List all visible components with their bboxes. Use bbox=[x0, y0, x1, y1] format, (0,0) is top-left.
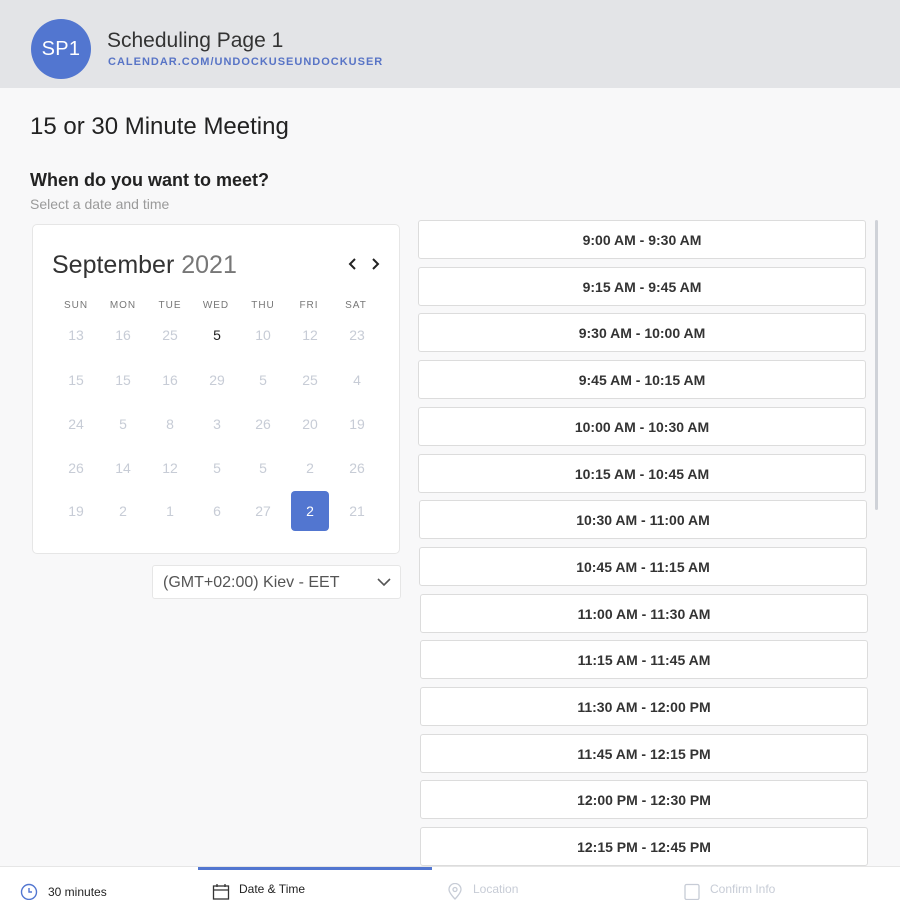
prev-month-button[interactable] bbox=[345, 255, 361, 273]
calendar-day: 2 bbox=[119, 503, 127, 519]
calendar-day: 26 bbox=[255, 416, 271, 432]
scheduling-page-url[interactable]: CALENDAR.COM/UNDOCKUSEUNDOCKUSER bbox=[108, 56, 383, 68]
document-icon bbox=[683, 883, 701, 900]
calendar-month-year: September 2021 bbox=[52, 251, 237, 280]
calendar-day-selected[interactable]: 2 bbox=[291, 491, 329, 531]
calendar-day: 4 bbox=[353, 372, 361, 388]
timezone-value: (GMT+02:00) Kiev - EET bbox=[163, 574, 340, 591]
time-slot-list[interactable]: 9:00 AM - 9:30 AM 9:15 AM - 9:45 AM 9:30 A… bbox=[418, 220, 870, 866]
calendar-day: 29 bbox=[209, 372, 225, 388]
calendar-day: 26 bbox=[349, 460, 365, 476]
chevron-left-icon bbox=[348, 258, 356, 270]
time-slot-button[interactable]: 10:00 AM - 10:30 AM bbox=[418, 407, 866, 446]
weekday-label: FRI bbox=[299, 300, 319, 311]
weekday-label: THU bbox=[251, 300, 275, 311]
weekday-label: SAT bbox=[345, 300, 367, 311]
avatar: SP1 bbox=[31, 19, 91, 79]
time-slot-button[interactable]: 10:30 AM - 11:00 AM bbox=[419, 500, 867, 539]
timezone-select[interactable]: (GMT+02:00) Kiev - EET bbox=[152, 565, 401, 599]
step-label: Location bbox=[473, 882, 519, 896]
location-pin-icon bbox=[446, 882, 464, 900]
calendar-day: 13 bbox=[68, 327, 84, 343]
time-slot-button[interactable]: 10:45 AM - 11:15 AM bbox=[419, 547, 867, 586]
calendar-day: 10 bbox=[255, 327, 271, 343]
calendar-day: 6 bbox=[213, 503, 221, 519]
time-slot-button[interactable]: 12:15 PM - 12:45 PM bbox=[420, 827, 868, 866]
time-slot-button[interactable]: 11:45 AM - 12:15 PM bbox=[420, 734, 868, 773]
calendar-day: 8 bbox=[166, 416, 174, 432]
time-slot-button[interactable]: 9:15 AM - 9:45 AM bbox=[418, 267, 866, 306]
time-slot-button[interactable]: 9:30 AM - 10:00 AM bbox=[418, 313, 866, 352]
calendar-day: 5 bbox=[213, 460, 221, 476]
booking-steps: 30 minutes Date & Time Location Confirm Inf… bbox=[0, 866, 900, 900]
chevron-right-icon bbox=[372, 258, 380, 270]
time-slot-button[interactable]: 11:15 AM - 11:45 AM bbox=[420, 640, 868, 679]
calendar-day: 14 bbox=[115, 460, 131, 476]
calendar-day: 19 bbox=[349, 416, 365, 432]
calendar-day: 26 bbox=[68, 460, 84, 476]
calendar-day: 19 bbox=[68, 503, 84, 519]
calendar-day: 16 bbox=[162, 372, 178, 388]
calendar-day: 15 bbox=[68, 372, 84, 388]
calendar-day: 16 bbox=[115, 327, 131, 343]
calendar-day: 23 bbox=[349, 327, 365, 343]
weekday-label: TUE bbox=[158, 300, 182, 311]
calendar-day: 12 bbox=[302, 327, 318, 343]
calendar-day: 5 bbox=[119, 416, 127, 432]
clock-icon bbox=[20, 883, 38, 900]
when-heading: When do you want to meet? bbox=[30, 170, 269, 190]
calendar-day: 3 bbox=[213, 416, 221, 432]
calendar-day: 24 bbox=[68, 416, 84, 432]
time-slot-button[interactable]: 9:45 AM - 10:15 AM bbox=[418, 360, 866, 399]
calendar-day: 27 bbox=[255, 503, 271, 519]
calendar-day: 15 bbox=[115, 372, 131, 388]
calendar-year: 2021 bbox=[181, 251, 237, 279]
time-slot-button[interactable]: 11:30 AM - 12:00 PM bbox=[420, 687, 868, 726]
scheduling-page-title: Scheduling Page 1 bbox=[107, 29, 284, 52]
chevron-down-icon bbox=[377, 578, 391, 587]
calendar-day: 2 bbox=[306, 460, 314, 476]
weekday-label: MON bbox=[109, 300, 137, 311]
calendar: September 2021 SUN MON TUE WED THU FRI SAT 13 1… bbox=[32, 224, 400, 554]
time-slot-button[interactable]: 11:00 AM - 11:30 AM bbox=[420, 594, 868, 633]
select-date-hint: Select a date and time bbox=[30, 196, 170, 212]
calendar-day: 21 bbox=[349, 503, 365, 519]
step-progress-bar bbox=[198, 867, 432, 870]
time-slot-button[interactable]: 9:00 AM - 9:30 AM bbox=[418, 220, 866, 259]
time-slot-button[interactable]: 10:15 AM - 10:45 AM bbox=[418, 454, 866, 493]
weekday-label: WED bbox=[202, 300, 230, 311]
next-month-button[interactable] bbox=[367, 255, 383, 273]
time-slot-scrollbar[interactable] bbox=[875, 220, 878, 510]
calendar-icon bbox=[212, 883, 230, 900]
step-label: Confirm Info bbox=[710, 882, 776, 896]
calendar-day: 20 bbox=[302, 416, 318, 432]
calendar-day: 5 bbox=[259, 460, 267, 476]
calendar-day: 5 bbox=[259, 372, 267, 388]
step-label: 30 minutes bbox=[48, 885, 107, 899]
page-header: SP1 Scheduling Page 1 CALENDAR.COM/UNDOC… bbox=[0, 0, 900, 88]
weekday-label: SUN bbox=[63, 300, 89, 311]
calendar-day[interactable]: 5 bbox=[198, 315, 236, 355]
calendar-month: September bbox=[52, 251, 175, 279]
step-label: Date & Time bbox=[239, 882, 306, 896]
calendar-day: 25 bbox=[302, 372, 318, 388]
calendar-day: 1 bbox=[166, 503, 174, 519]
meeting-title: 15 or 30 Minute Meeting bbox=[30, 113, 289, 140]
time-slot-button[interactable]: 12:00 PM - 12:30 PM bbox=[420, 780, 868, 819]
calendar-day: 12 bbox=[162, 460, 178, 476]
calendar-day: 25 bbox=[162, 327, 178, 343]
